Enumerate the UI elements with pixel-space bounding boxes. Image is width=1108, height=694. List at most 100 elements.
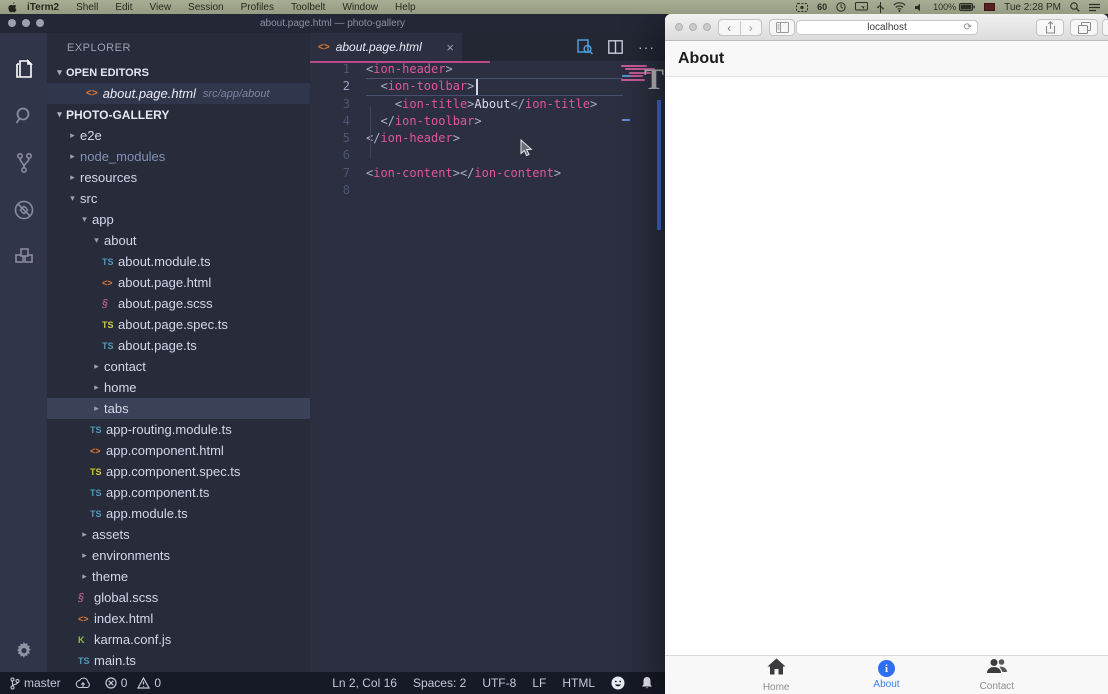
tree-item-about.page.html[interactable]: <>about.page.html — [47, 272, 310, 293]
battery-icon[interactable] — [959, 3, 975, 11]
editor-tab-about-page-html[interactable]: <> about.page.html × — [310, 33, 462, 61]
search-icon[interactable] — [0, 92, 47, 139]
menu-item-shell[interactable]: Shell — [76, 2, 98, 13]
tree-item-app-routing.module.ts[interactable]: TSapp-routing.module.ts — [47, 419, 310, 440]
menu-item-edit[interactable]: Edit — [115, 2, 132, 13]
tree-item-label: tabs — [104, 401, 129, 416]
text-cursor — [476, 79, 478, 94]
sidebar-toggle-button[interactable] — [769, 19, 795, 36]
menu-item-iterm2[interactable]: iTerm2 — [27, 2, 59, 13]
feedback-smiley-icon[interactable] — [611, 676, 625, 690]
ionic-tab-home[interactable]: Home — [721, 656, 831, 694]
tree-item-app.module.ts[interactable]: TSapp.module.ts — [47, 503, 310, 524]
code-line-7[interactable]: 7<ion-content></ion-content> — [310, 165, 665, 182]
tree-item-app.component.spec.ts[interactable]: TSapp.component.spec.ts — [47, 461, 310, 482]
tree-item-global.scss[interactable]: §global.scss — [47, 587, 310, 608]
line-number: 2 — [310, 78, 350, 95]
vscode-traffic-lights[interactable] — [8, 19, 44, 27]
tree-item-environments[interactable]: ▸environments — [47, 545, 310, 566]
menu-item-session[interactable]: Session — [188, 2, 224, 13]
fps-indicator[interactable]: 60 — [817, 2, 827, 12]
tree-item-assets[interactable]: ▸assets — [47, 524, 310, 545]
debug-icon[interactable] — [0, 186, 47, 233]
scrollbar-artifact[interactable] — [657, 100, 661, 230]
reload-icon[interactable]: ⟳ — [964, 22, 972, 33]
indentation-indicator[interactable]: Spaces: 2 — [413, 676, 466, 690]
project-root-folder[interactable]: ▾ PHOTO-GALLERY — [47, 104, 310, 125]
ionic-tab-about[interactable]: iAbout — [831, 656, 941, 694]
eol-indicator[interactable]: LF — [532, 676, 546, 690]
tree-item-index.html[interactable]: <>index.html — [47, 608, 310, 629]
tree-item-karma.conf.js[interactable]: Kkarma.conf.js — [47, 629, 310, 650]
problems-indicator[interactable]: 0 0 — [105, 676, 161, 690]
tree-item-app[interactable]: ▾app — [47, 209, 310, 230]
tree-item-tabs[interactable]: ▸tabs — [47, 398, 310, 419]
tree-item-theme[interactable]: ▸theme — [47, 566, 310, 587]
timer-icon[interactable] — [836, 2, 846, 12]
tree-item-app.component.ts[interactable]: TSapp.component.ts — [47, 482, 310, 503]
source-control-icon[interactable] — [0, 139, 47, 186]
settings-gear-icon[interactable] — [0, 640, 47, 660]
menu-item-profiles[interactable]: Profiles — [241, 2, 274, 13]
extensions-icon[interactable] — [0, 233, 47, 280]
explorer-icon[interactable] — [0, 45, 47, 92]
display-icon[interactable] — [855, 2, 868, 12]
language-mode-indicator[interactable]: HTML — [562, 676, 595, 690]
tree-item-about.page.ts[interactable]: TSabout.page.ts — [47, 335, 310, 356]
git-branch-indicator[interactable]: master — [10, 676, 61, 690]
open-preview-icon[interactable] — [577, 39, 593, 55]
split-editor-icon[interactable] — [608, 40, 623, 54]
notification-center-icon[interactable] — [1089, 3, 1100, 12]
code-line-5[interactable]: 5</ion-header> — [310, 130, 665, 147]
tree-item-src[interactable]: ▾src — [47, 188, 310, 209]
menu-item-help[interactable]: Help — [395, 2, 416, 13]
tree-item-resources[interactable]: ▸resources — [47, 167, 310, 188]
menu-item-window[interactable]: Window — [342, 2, 378, 13]
color-profile-icon[interactable] — [984, 3, 995, 11]
code-line-1[interactable]: 1<ion-header> — [310, 61, 665, 78]
screen-recording-icon[interactable] — [796, 3, 808, 12]
volume-icon[interactable] — [915, 3, 924, 12]
code-editor[interactable]: 1<ion-header>2 <ion-toolbar>3 <ion-title… — [310, 61, 665, 672]
menu-clock[interactable]: Tue 2:28 PM — [1004, 2, 1061, 13]
publish-changes-button[interactable] — [75, 677, 91, 689]
code-line-2[interactable]: 2 <ion-toolbar> — [310, 78, 665, 95]
tab-close-icon[interactable]: × — [446, 40, 454, 55]
code-line-3[interactable]: 3 <ion-title>About</ion-title> — [310, 96, 665, 113]
usb-icon[interactable] — [877, 2, 884, 13]
new-tab-button[interactable]: + — [1102, 19, 1108, 36]
vscode-title-bar[interactable]: about.page.html — photo-gallery — [0, 14, 665, 33]
menu-item-view[interactable]: View — [150, 2, 172, 13]
code-line-4[interactable]: 4 </ion-toolbar> — [310, 113, 665, 130]
tree-item-about[interactable]: ▾about — [47, 230, 310, 251]
tree-item-home[interactable]: ▸home — [47, 377, 310, 398]
cursor-position-indicator[interactable]: Ln 2, Col 16 — [332, 676, 397, 690]
tree-item-e2e[interactable]: ▸e2e — [47, 125, 310, 146]
address-bar[interactable]: localhost ⟳ — [796, 20, 978, 35]
menu-item-toolbelt[interactable]: Toolbelt — [291, 2, 325, 13]
tree-item-about.module.ts[interactable]: TSabout.module.ts — [47, 251, 310, 272]
share-button[interactable] — [1036, 19, 1064, 36]
activity-bar — [0, 33, 47, 672]
tree-item-about.page.scss[interactable]: §about.page.scss — [47, 293, 310, 314]
code-line-6[interactable]: 6 — [310, 147, 665, 164]
tree-item-about.page.spec.ts[interactable]: TSabout.page.spec.ts — [47, 314, 310, 335]
more-actions-icon[interactable]: ··· — [638, 42, 655, 52]
tree-item-contact[interactable]: ▸contact — [47, 356, 310, 377]
back-button[interactable]: ‹ — [719, 21, 741, 35]
tree-item-node_modules[interactable]: ▸node_modules — [47, 146, 310, 167]
code-line-8[interactable]: 8 — [310, 182, 665, 199]
open-editor-entry[interactable]: <> about.page.html src/app/about — [47, 83, 310, 104]
encoding-indicator[interactable]: UTF-8 — [482, 676, 516, 690]
wifi-icon[interactable] — [893, 2, 906, 12]
tab-overview-button[interactable] — [1070, 19, 1098, 36]
spotlight-icon[interactable] — [1070, 2, 1080, 12]
tree-item-main.ts[interactable]: TSmain.ts — [47, 650, 310, 671]
ionic-tab-contact[interactable]: Contact — [942, 656, 1052, 694]
tree-item-app.component.html[interactable]: <>app.component.html — [47, 440, 310, 461]
notifications-bell-icon[interactable] — [641, 676, 653, 690]
forward-button[interactable]: › — [741, 21, 762, 35]
apple-menu-icon[interactable] — [8, 2, 17, 13]
open-editors-section[interactable]: ▾ OPEN EDITORS — [47, 62, 310, 83]
safari-traffic-lights[interactable] — [675, 23, 711, 31]
